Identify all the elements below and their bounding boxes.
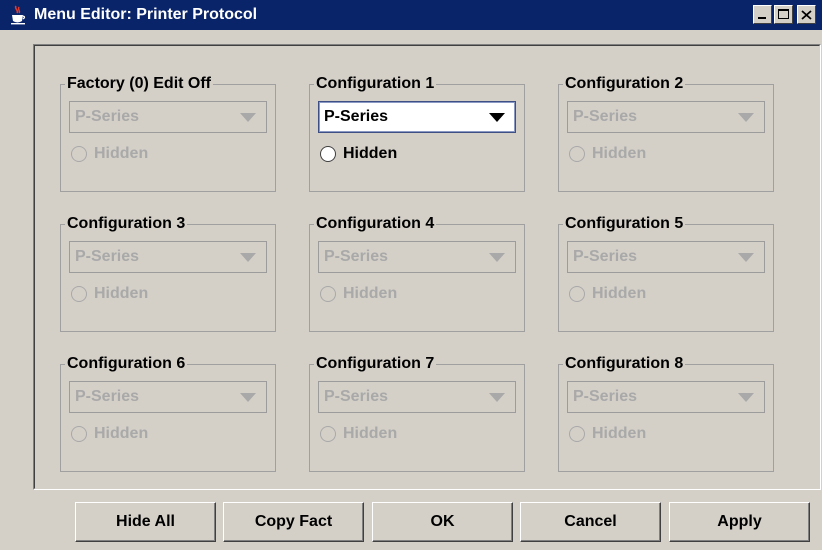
hide-all-button[interactable]: Hide All [75, 502, 216, 542]
hidden-radio-label: Hidden [343, 145, 398, 162]
protocol-dropdown-value: P-Series [324, 248, 389, 265]
hidden-radio[interactable]: Hidden [569, 425, 646, 443]
radio-circle-icon[interactable] [569, 146, 585, 162]
radio-circle-icon[interactable] [71, 426, 87, 442]
protocol-dropdown-value: P-Series [75, 388, 140, 405]
dropdown-arrow-icon[interactable] [489, 112, 505, 122]
hidden-radio-label: Hidden [592, 425, 647, 442]
dropdown-arrow-icon[interactable] [738, 392, 754, 402]
ok-button[interactable]: OK [372, 502, 513, 542]
dropdown-arrow-icon[interactable] [738, 252, 754, 262]
hidden-radio[interactable]: Hidden [569, 285, 646, 303]
hidden-radio-label: Hidden [94, 285, 149, 302]
hidden-radio-label: Hidden [343, 425, 398, 442]
hidden-radio[interactable]: Hidden [569, 145, 646, 163]
dropdown-arrow-icon[interactable] [240, 112, 256, 122]
group-title: Factory (0) Edit Off [65, 74, 214, 94]
close-icon [801, 9, 812, 20]
config-group-5: Configuration 5 P-Series Hidden [558, 214, 774, 332]
radio-circle-icon[interactable] [569, 286, 585, 302]
config-group-4: Configuration 4 P-Series Hidden [309, 214, 525, 332]
copy-fact-button[interactable]: Copy Fact [223, 502, 364, 542]
config-group-0: Factory (0) Edit Off P-Series Hidden [60, 74, 276, 192]
dropdown-arrow-icon[interactable] [240, 392, 256, 402]
protocol-dropdown[interactable]: P-Series [69, 381, 267, 413]
dropdown-arrow-icon[interactable] [489, 252, 505, 262]
hidden-radio[interactable]: Hidden [320, 425, 397, 443]
protocol-dropdown[interactable]: P-Series [69, 241, 267, 273]
hidden-radio[interactable]: Hidden [71, 285, 148, 303]
group-title: Configuration 3 [65, 214, 188, 234]
config-group-8: Configuration 8 P-Series Hidden [558, 354, 774, 472]
protocol-dropdown-value: P-Series [573, 388, 638, 405]
cancel-button[interactable]: Cancel [520, 502, 661, 542]
hidden-radio[interactable]: Hidden [71, 425, 148, 443]
radio-circle-icon[interactable] [569, 426, 585, 442]
hidden-radio-label: Hidden [94, 145, 149, 162]
minimize-button[interactable] [753, 5, 772, 24]
hidden-radio-label: Hidden [343, 285, 398, 302]
protocol-dropdown[interactable]: P-Series [567, 241, 765, 273]
hidden-radio[interactable]: Hidden [320, 145, 397, 163]
protocol-dropdown[interactable]: P-Series [69, 101, 267, 133]
dropdown-arrow-icon[interactable] [489, 392, 505, 402]
group-title: Configuration 4 [314, 214, 437, 234]
maximize-button[interactable] [774, 5, 793, 24]
protocol-dropdown[interactable]: P-Series [567, 101, 765, 133]
group-title: Configuration 8 [563, 354, 686, 374]
minimize-icon [758, 17, 766, 19]
config-group-3: Configuration 3 P-Series Hidden [60, 214, 276, 332]
protocol-dropdown-value: P-Series [573, 108, 638, 125]
protocol-dropdown[interactable]: P-Series [567, 381, 765, 413]
hidden-radio-label: Hidden [592, 145, 647, 162]
protocol-dropdown-value: P-Series [75, 248, 140, 265]
apply-button[interactable]: Apply [669, 502, 810, 542]
radio-circle-icon[interactable] [320, 426, 336, 442]
radio-circle-icon[interactable] [71, 286, 87, 302]
dropdown-arrow-icon[interactable] [240, 252, 256, 262]
configurations-panel: Factory (0) Edit Off P-Series Hidden Config… [33, 44, 821, 490]
group-title: Configuration 7 [314, 354, 437, 374]
group-title: Configuration 1 [314, 74, 437, 94]
protocol-dropdown-value: P-Series [324, 388, 389, 405]
protocol-dropdown-value: P-Series [75, 108, 140, 125]
protocol-dropdown[interactable]: P-Series [318, 241, 516, 273]
window-title: Menu Editor: Printer Protocol [34, 6, 258, 23]
hidden-radio[interactable]: Hidden [71, 145, 148, 163]
close-button[interactable] [797, 5, 816, 24]
radio-circle-icon[interactable] [320, 286, 336, 302]
config-group-7: Configuration 7 P-Series Hidden [309, 354, 525, 472]
hidden-radio[interactable]: Hidden [320, 285, 397, 303]
protocol-dropdown[interactable]: P-Series [318, 101, 516, 133]
radio-circle-icon[interactable] [71, 146, 87, 162]
group-title: Configuration 5 [563, 214, 686, 234]
config-group-6: Configuration 6 P-Series Hidden [60, 354, 276, 472]
config-group-1: Configuration 1 P-Series Hidden [309, 74, 525, 192]
java-cup-icon[interactable] [8, 5, 28, 25]
config-group-2: Configuration 2 P-Series Hidden [558, 74, 774, 192]
title-bar: Menu Editor: Printer Protocol [0, 0, 822, 30]
maximize-icon [778, 9, 789, 19]
radio-circle-icon[interactable] [320, 146, 336, 162]
group-title: Configuration 2 [563, 74, 686, 94]
protocol-dropdown-value: P-Series [324, 108, 389, 125]
hidden-radio-label: Hidden [592, 285, 647, 302]
group-title: Configuration 6 [65, 354, 188, 374]
protocol-dropdown[interactable]: P-Series [318, 381, 516, 413]
hidden-radio-label: Hidden [94, 425, 149, 442]
dropdown-arrow-icon[interactable] [738, 112, 754, 122]
protocol-dropdown-value: P-Series [573, 248, 638, 265]
